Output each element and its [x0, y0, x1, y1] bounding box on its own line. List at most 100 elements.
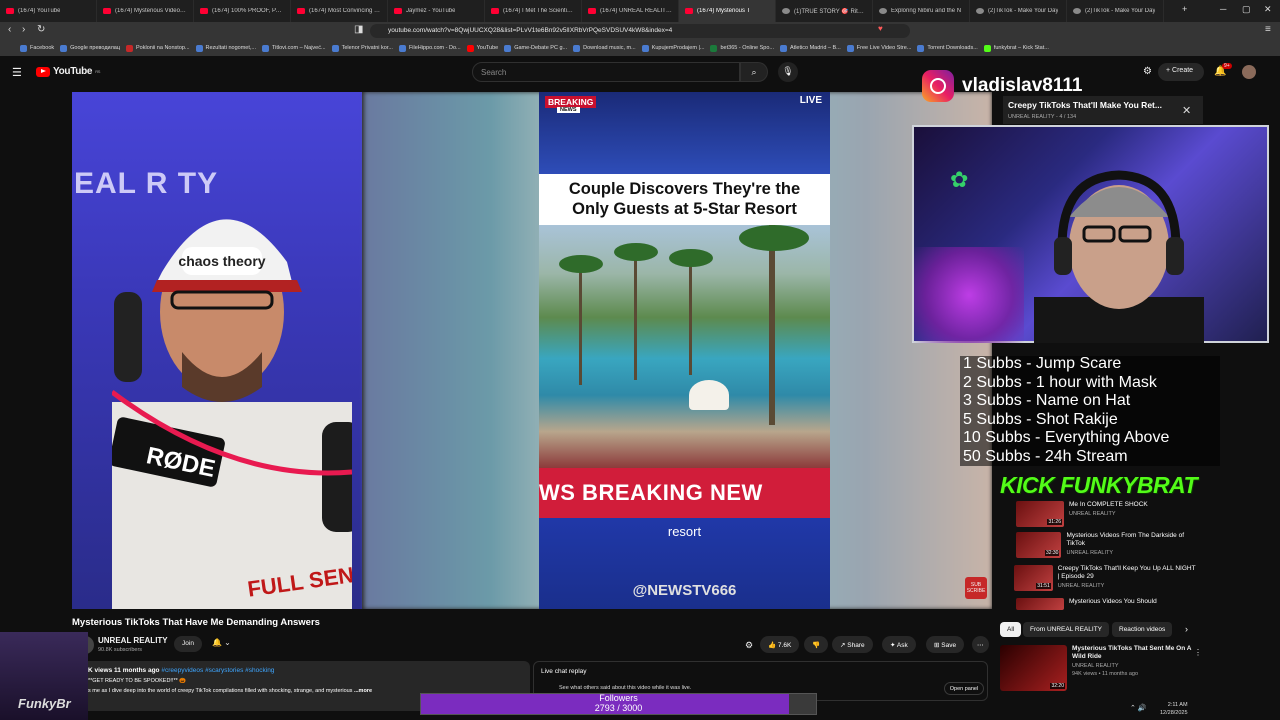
cast-icon[interactable]: ⚙ [1143, 66, 1152, 77]
bookmark-item[interactable]: Free Live Video Stre... [846, 44, 911, 52]
video-player[interactable]: EAL R TY chaos theory RØDE FULL SEND BRE… [72, 92, 992, 609]
news-reel-video: BREAKING NEWS LIVE Couple Discovers They… [539, 92, 830, 609]
streamer-webcam-feed: ✿ [912, 125, 1269, 343]
youtube-favicon-icon [6, 8, 14, 14]
browser-tab[interactable]: (1674) UNREAL REALITY - Y [582, 0, 679, 22]
page-favicon-icon [879, 8, 887, 14]
minimize-icon[interactable]: ─ [1220, 4, 1226, 14]
notification-count-badge: 9+ [1222, 63, 1232, 69]
reel-caption: resort [667, 524, 702, 539]
youtube-logo[interactable]: YouTube RS [36, 66, 100, 77]
hamburger-menu-icon[interactable]: ☰ [12, 66, 22, 79]
chip-from-channel[interactable]: From UNREAL REALITY [1023, 622, 1109, 637]
reload-icon[interactable]: ↻ [37, 24, 45, 35]
bookmark-item[interactable]: Rezultati nogomet,... [195, 44, 256, 52]
bookmark-favicon-icon [126, 44, 134, 52]
playlist-item[interactable]: 31:51 Creepy TikToks That'll Keep You Up… [1003, 565, 1198, 593]
back-icon[interactable]: ‹ [8, 24, 11, 35]
bookmark-item[interactable]: Game-Debate PC g... [504, 44, 567, 52]
system-clock[interactable]: 2:11 AM 12/28/2025 [1160, 701, 1188, 717]
recommended-video[interactable]: 32:20 Mysterious TikToks That Sent Me On… [1000, 645, 1195, 695]
browser-tab[interactable]: (1674) YouTube [0, 0, 97, 22]
chip-reaction-videos[interactable]: Reaction videos [1112, 622, 1173, 637]
bookmark-item[interactable]: Titlovi.com – Najveć... [261, 44, 326, 52]
thumbs-up-icon: 👍 [768, 642, 778, 649]
news-tag: NEWS [557, 107, 580, 113]
facebook-icon [20, 44, 27, 52]
browser-menu-icon[interactable]: ≡ [1265, 24, 1271, 35]
bookmark-item[interactable]: Poklonii na Nonstop... [126, 44, 190, 52]
bookmark-item[interactable]: Atletico Madrid – B... [780, 44, 841, 52]
browser-tab[interactable]: (1674) 100% PROOF, PARA [194, 0, 291, 22]
bookmark-page-icon[interactable]: ◨ [354, 24, 363, 35]
subscribed-bell-icon[interactable]: 🔔 ⌄ [212, 638, 231, 647]
forward-icon[interactable]: › [22, 24, 25, 35]
browser-tab-active[interactable]: (1674) Mysterious T [679, 0, 776, 22]
playlist-item[interactable]: 32:30 Mysterious Videos From The Darksid… [1003, 532, 1198, 560]
like-button[interactable]: 👍 7.6K [760, 636, 800, 653]
bookmark-item[interactable]: bet365 - Online Spo... [710, 44, 774, 52]
tiktok-favicon-icon [782, 8, 790, 14]
bookmark-item[interactable]: KupujemProdajem |... [641, 44, 704, 52]
chip-all[interactable]: All [1000, 622, 1022, 637]
browser-tab[interactable]: Exploring Nibiru and the N [873, 0, 970, 22]
voice-search-button[interactable]: 🎙 [778, 62, 798, 82]
search-input[interactable]: Search [472, 62, 740, 82]
close-window-icon[interactable]: ✕ [1264, 4, 1272, 15]
browser-tab[interactable]: (2)TikTok - Make Your Day [970, 0, 1067, 22]
live-chat-title: Live chat replay [541, 668, 587, 675]
more-vert-icon[interactable]: ⋮ [1194, 648, 1202, 657]
show-more-link[interactable]: ...more [354, 688, 372, 694]
reel-handle: @NEWSTV666 [632, 582, 737, 599]
close-icon[interactable]: ✕ [1182, 104, 1191, 117]
bookmark-favicon-icon [398, 44, 406, 52]
browser-tab[interactable]: (1674) Mysterious Videos F [97, 0, 194, 22]
url-field[interactable]: youtube.com/watch?v=8QwjUUCXQ28&list=PLv… [370, 24, 910, 38]
more-dots-icon: ⋯ [977, 642, 984, 649]
system-tray-icons[interactable]: ⌃ 🔊 [1130, 704, 1147, 712]
brave-shield-icon[interactable]: ♥ [878, 24, 883, 33]
bookmark-item[interactable]: Download music, m... [573, 44, 636, 52]
channel-name[interactable]: UNREAL REALITY [98, 636, 168, 645]
bookmark-item[interactable]: funkybrat – Kick Stat... [983, 44, 1049, 52]
dislike-button[interactable]: 👎 [804, 636, 829, 653]
youtube-favicon-icon [588, 8, 596, 14]
new-tab-icon[interactable]: + [1182, 4, 1187, 14]
chevron-right-icon[interactable]: › [1185, 624, 1188, 634]
bookmark-item[interactable]: YouTube [466, 44, 498, 52]
search-button[interactable]: ⌕ [740, 62, 768, 82]
maximize-icon[interactable]: ▢ [1242, 4, 1251, 15]
bookmark-item[interactable]: Torrent Downloads... [917, 44, 978, 52]
breaking-news-banner: WS BREAKING NEW [539, 468, 830, 518]
create-button[interactable]: + Create [1158, 63, 1204, 81]
join-button[interactable]: Join [174, 636, 202, 652]
browser-tab[interactable]: (2)TikTok - Make Your Day [1067, 0, 1164, 22]
bookmark-item[interactable]: FileHippo.com - Do... [398, 44, 461, 52]
ask-button[interactable]: ✦ Ask [882, 636, 916, 653]
speaker-icon [685, 8, 693, 14]
open-panel-button[interactable]: Open panel [944, 682, 984, 695]
youtube-favicon-icon [466, 44, 474, 52]
bookmark-item[interactable]: Facebook [20, 44, 54, 52]
browser-tab[interactable]: (1674) Most Convincing Ev [291, 0, 388, 22]
hashtags[interactable]: #creepyvideos #scarystories #shocking [161, 667, 274, 674]
subscribe-watermark-icon[interactable]: SUB SCRIBE [965, 577, 987, 599]
description-line: s me as I dive deep into the world of cr… [88, 688, 373, 694]
sparkle-icon: ✦ [890, 642, 897, 649]
bookmark-item[interactable]: Telenor Privatni kor... [331, 44, 393, 52]
more-actions-button[interactable]: ⋯ [972, 636, 989, 653]
gear-icon[interactable]: ⚙ [745, 640, 753, 651]
video-thumbnail: 32:30 [1015, 532, 1062, 558]
browser-tab[interactable]: Jaymez - YouTube [388, 0, 485, 22]
save-button[interactable]: ⊞ Save [926, 636, 965, 653]
search-icon: ⌕ [751, 67, 757, 77]
browser-tab[interactable]: (1674) I Met The Scientist T [485, 0, 582, 22]
video-thumbnail: 32:20 [1000, 645, 1067, 691]
playlist-item[interactable]: 31:26 Me In COMPLETE SHOCK UNREAL REALITY [1003, 501, 1198, 529]
browser-tab[interactable]: (1)TRUE STORY 🎯 Ritonf [776, 0, 873, 22]
playlist-item[interactable]: Mysterious Videos You Should [1003, 598, 1198, 610]
avatar[interactable] [1242, 65, 1256, 79]
bookmark-item[interactable]: Google преводилац [60, 44, 120, 52]
share-button[interactable]: ↗ Share [832, 636, 873, 653]
playlist-title[interactable]: Creepy TikToks That'll Make You Ret... [1008, 100, 1162, 110]
